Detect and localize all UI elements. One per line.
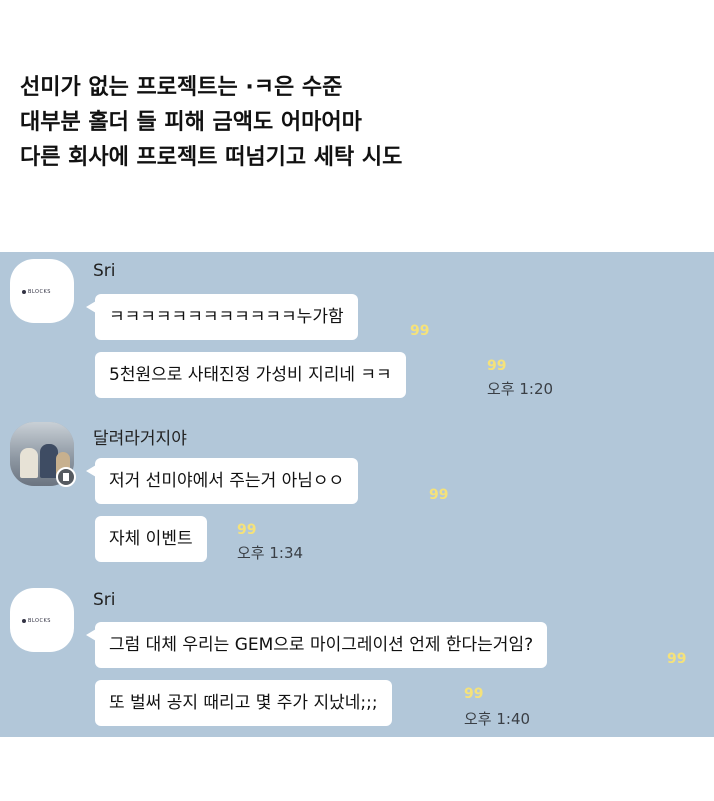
message-time: 오후 1:20: [487, 380, 554, 398]
avatar-sri[interactable]: BLOCKS: [10, 259, 74, 323]
blocks-logo-icon: BLOCKS: [22, 618, 64, 624]
caption-line-1: 선미가 없는 프로젝트는 ·ㅋ은 수준: [20, 75, 343, 100]
sender-name: 달려라거지야: [93, 429, 187, 449]
unread-count: 99: [667, 651, 687, 667]
message-time: 오후 1:40: [464, 710, 531, 728]
channel-badge-icon: [56, 467, 76, 487]
message-time: 오후 1:34: [237, 544, 304, 562]
caption-line-3: 다른 회사에 프로젝트 떠넘기고 세탁 시도: [20, 145, 403, 170]
caption-text: 선미가 없는 프로젝트는 ·ㅋ은 수준 대부분 홀더 들 피해 금액도 어마어마…: [20, 70, 700, 175]
avatar-sri[interactable]: BLOCKS: [10, 588, 74, 652]
sender-name: Sri: [93, 590, 116, 610]
unread-count: 99: [410, 323, 430, 339]
message-bubble[interactable]: 자체 이벤트: [95, 516, 207, 562]
message-bubble[interactable]: 5천원으로 사태진정 가성비 지리네 ㅋㅋ: [95, 352, 406, 398]
message-bubble[interactable]: 저거 선미야에서 주는거 아님ㅇㅇ: [85, 458, 359, 504]
unread-count: 99: [464, 686, 484, 702]
message-bubble[interactable]: 또 벌써 공지 때리고 몇 주가 지났네;;;: [95, 680, 392, 726]
message-bubble[interactable]: ㅋㅋㅋㅋㅋㅋㅋㅋㅋㅋㅋㅋ누가함: [86, 294, 358, 340]
unread-count: 99: [237, 522, 257, 538]
unread-count: 99: [487, 358, 507, 374]
caption-line-2: 대부분 홀더 들 피해 금액도 어마어마: [20, 110, 362, 135]
message-bubble[interactable]: 그럼 대체 우리는 GEM으로 마이그레이션 언제 한다는거임?: [85, 622, 548, 668]
blocks-logo-icon: BLOCKS: [22, 289, 64, 295]
sender-name: Sri: [93, 261, 116, 281]
unread-count: 99: [429, 487, 449, 503]
chat-screenshot: BLOCKS Sri ㅋㅋㅋㅋㅋㅋㅋㅋㅋㅋㅋㅋ누가함 99 5천원으로 사태진정…: [0, 252, 714, 737]
